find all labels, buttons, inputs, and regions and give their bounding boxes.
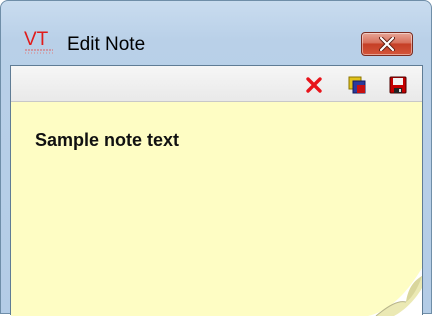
note-text[interactable]: Sample note text xyxy=(35,130,179,151)
page-curl-icon xyxy=(368,268,422,316)
note-toolbar xyxy=(11,66,422,102)
note-body[interactable]: Sample note text xyxy=(11,102,422,316)
color-palette-icon[interactable] xyxy=(347,75,367,95)
note-client-area: Sample note text xyxy=(10,65,423,316)
vt-logo-icon: VT xyxy=(24,29,53,54)
window-title: Edit Note xyxy=(67,34,146,55)
close-icon xyxy=(379,37,395,51)
edit-note-window: VT Edit Note Sample note text xyxy=(0,0,432,316)
delete-x-icon[interactable] xyxy=(304,75,324,95)
save-disk-icon[interactable] xyxy=(388,75,408,95)
title-bar[interactable]: VT Edit Note xyxy=(1,1,431,63)
logo-text: VT xyxy=(24,29,49,50)
close-button[interactable] xyxy=(361,32,413,56)
